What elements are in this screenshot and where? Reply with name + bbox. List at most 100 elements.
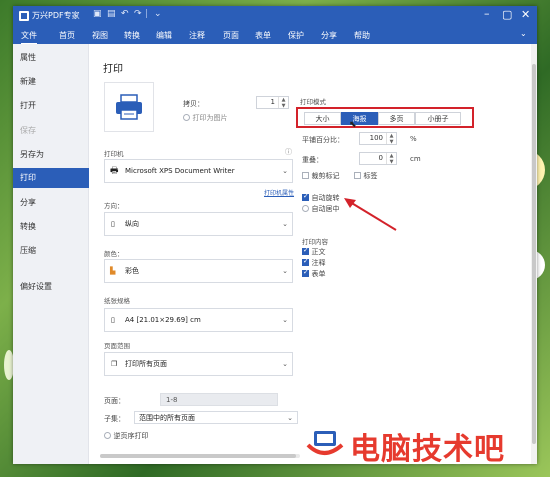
auto-center-label: 自动居中 — [311, 205, 340, 213]
sidebar-item-save[interactable]: 保存 — [13, 121, 89, 141]
menu-convert[interactable]: 转换 — [124, 30, 140, 41]
printer-icon — [116, 94, 142, 120]
chevron-down-icon: ⌄ — [282, 316, 288, 324]
print-as-image-label: 打印为图片 — [192, 114, 228, 122]
scrollbar-thumb[interactable] — [532, 64, 536, 444]
reverse-order-label: 逆页序打印 — [113, 432, 149, 440]
menu-form[interactable]: 表单 — [255, 30, 271, 41]
content-body-checkbox[interactable] — [302, 246, 309, 255]
mode-size-button[interactable]: 大小 — [304, 112, 341, 125]
content-body-label: 正文 — [311, 248, 326, 256]
watermark-text: 电脑技术吧 — [350, 432, 505, 467]
paper-select[interactable]: ▯ A4 [21.01×29.69] cm ⌄ — [104, 308, 293, 332]
stepper-arrows-icon[interactable]: ▲ ▼ — [386, 133, 396, 145]
sidebar-item-properties[interactable]: 属性 — [13, 48, 89, 68]
tile-scale-value: 100 — [369, 134, 383, 142]
sidebar-item-open[interactable]: 打开 — [13, 96, 89, 116]
menu-share[interactable]: 分享 — [321, 30, 337, 41]
print-as-image-option[interactable]: 打印为图片 — [183, 113, 228, 123]
content-forms-label: 表单 — [311, 270, 326, 278]
redo-icon[interactable]: ↷ — [134, 9, 142, 19]
pages-icon: ❐ — [111, 360, 118, 368]
labels-checkbox[interactable] — [354, 172, 361, 179]
sidebar-item-preferences[interactable]: 偏好设置 — [13, 277, 89, 297]
minimize-icon[interactable]: – — [484, 7, 490, 20]
labels-option[interactable]: 标签 — [354, 171, 378, 181]
overlap-stepper[interactable]: 0 ▲ ▼ — [359, 152, 397, 165]
sidebar-item-convert[interactable]: 转换 — [13, 217, 89, 237]
content-comments-checkbox[interactable] — [302, 257, 309, 266]
sidebar-item-new[interactable]: 新建 — [13, 72, 89, 92]
auto-rotate-option[interactable]: 自动旋转 — [302, 192, 340, 203]
sidebar-item-share[interactable]: 分享 — [13, 193, 89, 213]
close-icon[interactable]: ✕ — [521, 8, 530, 21]
mode-poster-button[interactable]: 海报 — [341, 112, 378, 125]
tile-scale-unit: % — [410, 135, 417, 143]
content-body-option[interactable]: 正文 — [302, 246, 326, 257]
menu-edit[interactable]: 编辑 — [156, 30, 172, 41]
color-value: 彩色 — [125, 267, 139, 275]
print-mode-label: 打印模式 — [300, 98, 326, 106]
undo-icon[interactable]: ↶ — [121, 9, 129, 19]
copies-stepper[interactable]: 1 ▲ ▼ — [256, 96, 289, 109]
printer-properties-link[interactable]: 打印机属性 — [264, 188, 294, 197]
copies-label: 拷贝： — [183, 100, 204, 108]
mode-multiple-button[interactable]: 多页 — [378, 112, 415, 125]
menu-home[interactable]: 首页 — [59, 30, 75, 41]
page-range-value: 打印所有页面 — [125, 360, 167, 368]
menu-comment[interactable]: 注释 — [189, 30, 205, 41]
chevron-down-icon: ⌄ — [287, 413, 293, 422]
sidebar-item-save-as[interactable]: 另存为 — [13, 145, 89, 165]
mode-booklet-button[interactable]: 小册子 — [415, 112, 461, 125]
menu-page[interactable]: 页面 — [223, 30, 239, 41]
printer-label: 打印机 — [104, 150, 124, 158]
scrollbar-thumb[interactable] — [100, 454, 296, 458]
content-forms-option[interactable]: 表单 — [302, 268, 326, 279]
paper-value: A4 [21.01×29.69] cm — [125, 316, 201, 324]
tile-scale-stepper[interactable]: 100 ▲ ▼ — [359, 132, 397, 145]
content-forms-checkbox[interactable] — [302, 268, 309, 277]
customize-icon[interactable]: ⌄ — [154, 9, 162, 19]
print-as-image-radio[interactable] — [183, 114, 190, 121]
print-icon[interactable]: ▤ — [107, 9, 116, 19]
content-comments-option[interactable]: 注释 — [302, 257, 326, 268]
printer-value: Microsoft XPS Document Writer — [125, 167, 235, 175]
collapse-ribbon-icon[interactable]: ⌄ — [520, 29, 527, 38]
reverse-order-radio[interactable] — [104, 432, 111, 439]
chevron-down-icon: ⌄ — [282, 267, 288, 275]
sidebar-item-compress[interactable]: 压缩 — [13, 241, 89, 261]
overlap-label: 重叠： — [302, 156, 323, 164]
pages-input[interactable]: 1-8 — [160, 393, 278, 406]
printer-select[interactable]: 🖶 Microsoft XPS Document Writer ⌄ — [104, 159, 293, 183]
chevron-down-icon: ⌄ — [282, 360, 288, 368]
cut-marks-option[interactable]: 裁剪标记 — [302, 171, 340, 181]
chevron-down-icon: ⌄ — [282, 167, 288, 175]
stepper-arrows-icon[interactable]: ▲ ▼ — [278, 97, 288, 109]
orientation-select[interactable]: ▯ 纵向 ⌄ — [104, 212, 293, 236]
auto-rotate-checkbox[interactable] — [302, 192, 309, 201]
app-title: 万兴PDF专家 — [32, 11, 80, 20]
reverse-order-option[interactable]: 逆页序打印 — [104, 431, 149, 441]
vertical-scrollbar[interactable] — [531, 44, 537, 464]
menu-file[interactable]: 文件 — [21, 30, 37, 45]
paper-icon: ▯ — [111, 316, 115, 324]
subset-select[interactable]: 范围中的所有页面 ⌄ — [134, 411, 298, 424]
cut-marks-checkbox[interactable] — [302, 172, 309, 179]
file-sidebar: 属性 新建 打开 保存 另存为 打印 分享 转换 压缩 偏好设置 — [13, 44, 89, 464]
menu-help[interactable]: 帮助 — [354, 30, 370, 41]
horizontal-scrollbar[interactable] — [100, 454, 300, 458]
color-select[interactable]: ▙ 彩色 ⌄ — [104, 259, 293, 283]
sidebar-item-print[interactable]: 打印 — [13, 168, 89, 188]
app-logo-icon — [19, 11, 29, 21]
separator: | — [145, 9, 149, 19]
maximize-icon[interactable]: ▢ — [502, 8, 512, 21]
copies-value: 1 — [270, 98, 275, 106]
auto-center-option[interactable]: 自动居中 — [302, 204, 340, 214]
stepper-arrows-icon[interactable]: ▲ ▼ — [386, 153, 396, 165]
auto-center-radio[interactable] — [302, 205, 309, 212]
save-icon[interactable]: ▣ — [93, 9, 102, 19]
menu-view[interactable]: 视图 — [92, 30, 108, 41]
pages-value: 1-8 — [166, 396, 178, 404]
menu-protect[interactable]: 保护 — [288, 30, 304, 41]
page-range-select[interactable]: ❐ 打印所有页面 ⌄ — [104, 352, 293, 376]
